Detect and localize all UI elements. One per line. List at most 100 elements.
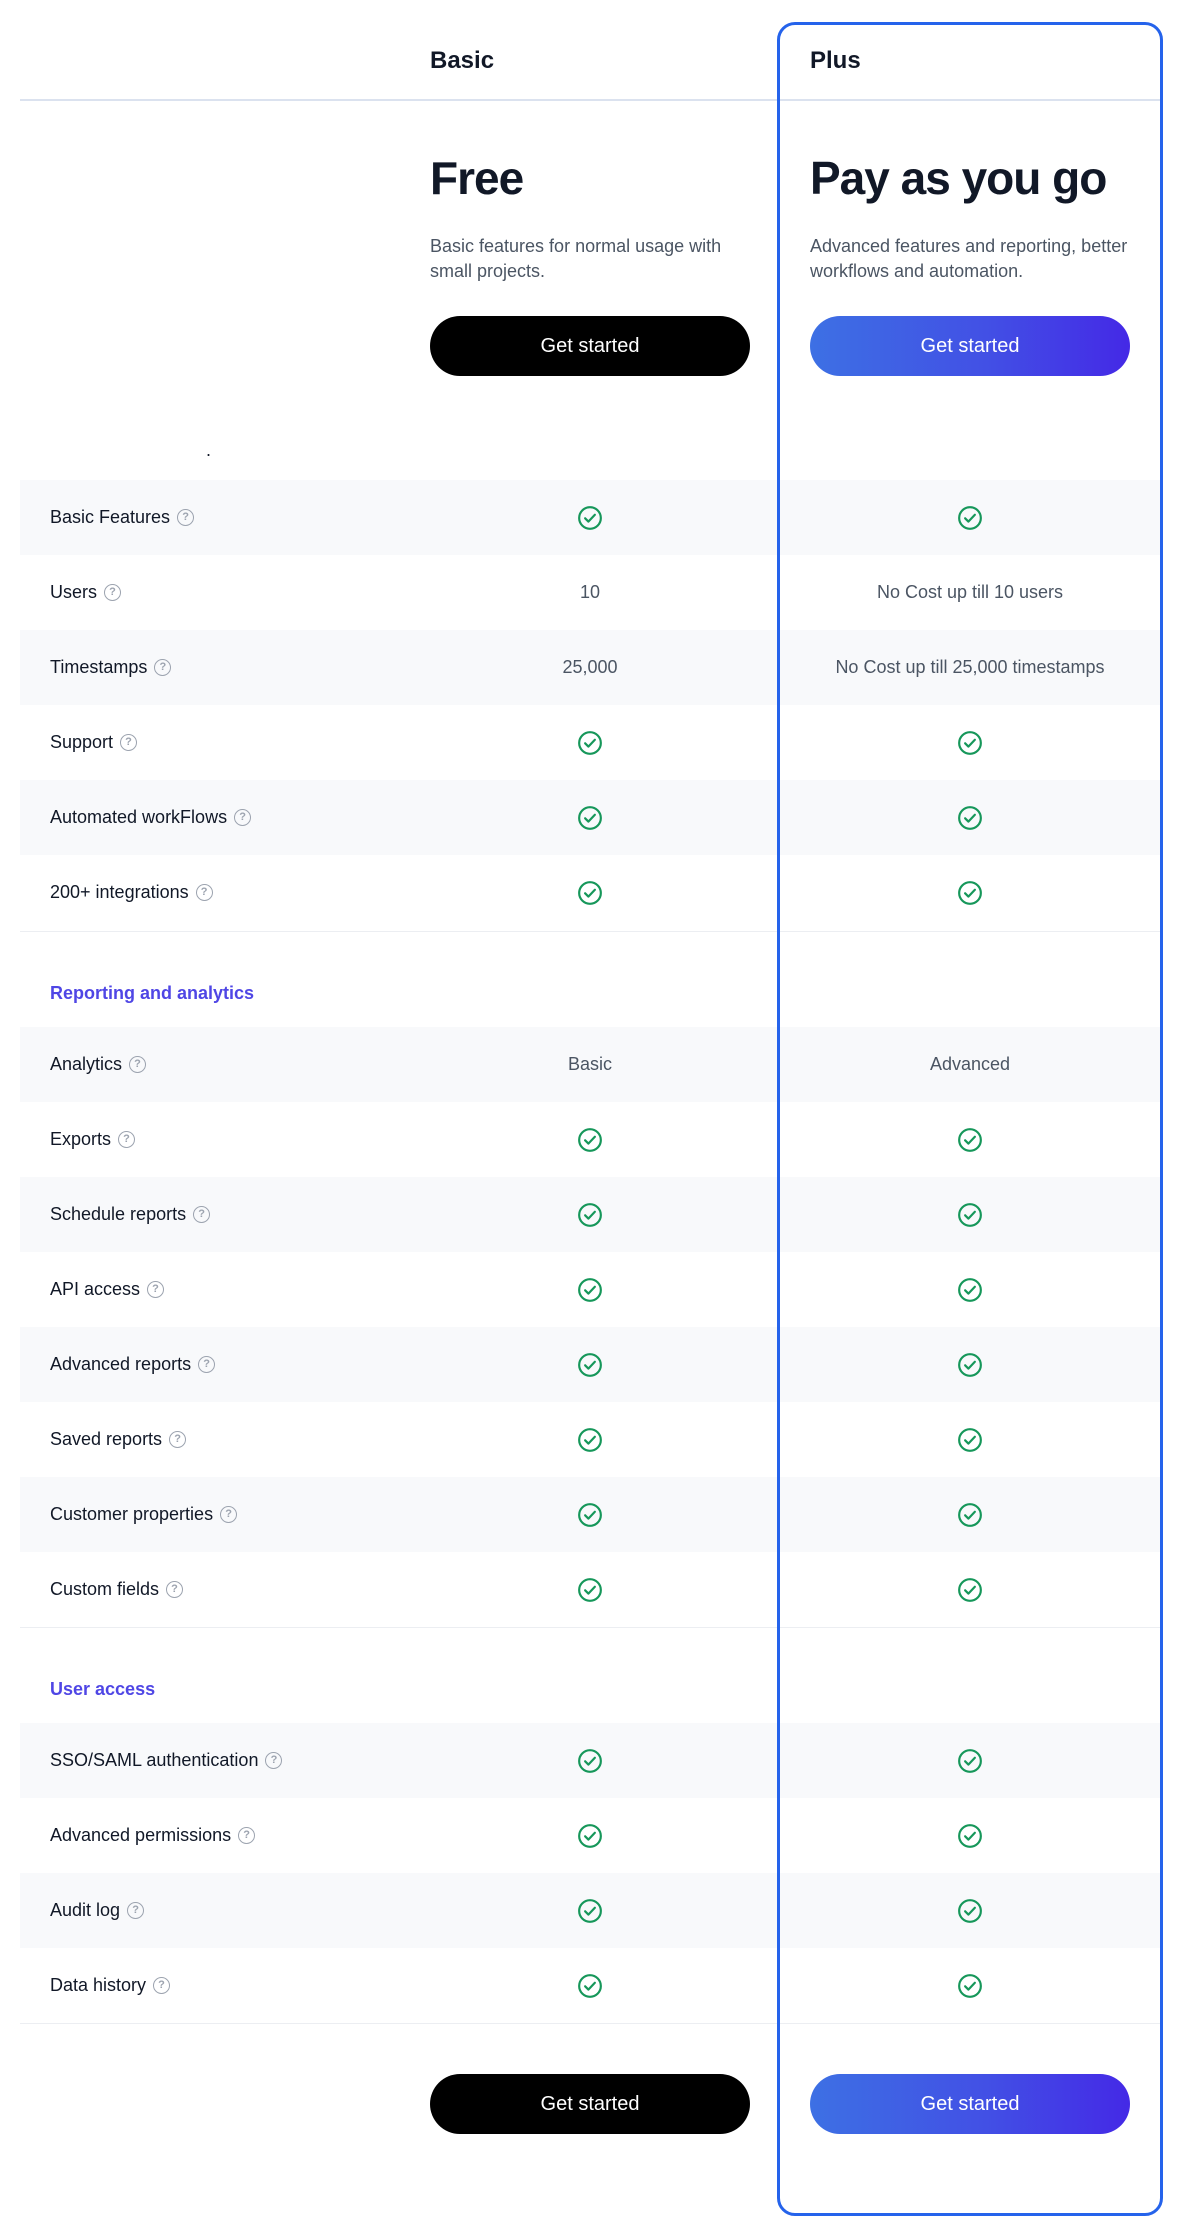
feature-row: Basic Features? bbox=[20, 480, 1163, 555]
feature-label-text: Advanced permissions bbox=[50, 1825, 232, 1845]
help-icon[interactable]: ? bbox=[120, 734, 138, 751]
section-divider bbox=[20, 931, 1163, 932]
check-circle-icon bbox=[957, 1202, 983, 1228]
feature-row: Data history? bbox=[20, 1948, 1163, 2023]
plus-included-cell bbox=[800, 855, 1140, 930]
feature-row: Timestamps? 25,000 No Cost up till 25,000 … bbox=[20, 630, 1163, 705]
plus-included-cell bbox=[800, 480, 1140, 555]
plan-price-basic: Free bbox=[430, 152, 524, 204]
feature-label-text: Basic Features bbox=[50, 507, 171, 527]
help-icon[interactable]: ? bbox=[129, 1056, 147, 1073]
get-started-button-plus-bottom[interactable]: Get started bbox=[810, 2074, 1130, 2134]
check-circle-icon bbox=[577, 1823, 603, 1849]
feature-row: Schedule reports? bbox=[20, 1177, 1163, 1252]
plus-included-cell bbox=[800, 1723, 1140, 1798]
basic-value-cell: 10 bbox=[420, 555, 760, 630]
plus-value-cell: Advanced bbox=[800, 1027, 1140, 1102]
plus-included-cell bbox=[800, 1102, 1140, 1177]
plan-description-basic: Basic features for normal usage with sma… bbox=[430, 236, 722, 281]
check-circle-icon bbox=[957, 1277, 983, 1303]
feature-row: Custom fields? bbox=[20, 1552, 1163, 1627]
plus-included-cell bbox=[800, 1252, 1140, 1327]
feature-label: Basic Features? bbox=[50, 480, 195, 555]
feature-label-text: Saved reports bbox=[50, 1429, 163, 1449]
feature-label: Advanced permissions? bbox=[50, 1798, 256, 1873]
plus-included-cell bbox=[800, 1873, 1140, 1948]
feature-row: Users? 10 No Cost up till 10 users bbox=[20, 555, 1163, 630]
check-circle-icon bbox=[957, 1823, 983, 1849]
feature-value: No Cost up till 25,000 timestamps bbox=[835, 657, 1105, 677]
basic-included-cell bbox=[420, 705, 760, 780]
feature-label-text: Customer properties bbox=[50, 1504, 214, 1524]
check-circle-icon bbox=[957, 805, 983, 831]
check-circle-icon bbox=[577, 1973, 603, 1999]
check-circle-icon bbox=[957, 505, 983, 531]
help-icon[interactable]: ? bbox=[265, 1752, 283, 1769]
help-icon[interactable]: ? bbox=[153, 1977, 171, 1994]
plus-included-cell bbox=[800, 1402, 1140, 1477]
check-circle-icon bbox=[957, 880, 983, 906]
plan-price-plus: Pay as you go bbox=[810, 152, 1107, 204]
feature-label: API access? bbox=[50, 1252, 165, 1327]
feature-value: Advanced bbox=[929, 1054, 1011, 1074]
help-icon[interactable]: ? bbox=[198, 1356, 216, 1373]
check-circle-icon bbox=[577, 1502, 603, 1528]
feature-row: API access? bbox=[20, 1252, 1163, 1327]
help-icon[interactable]: ? bbox=[238, 1827, 256, 1844]
plus-included-cell bbox=[800, 1477, 1140, 1552]
feature-label-text: Timestamps bbox=[50, 657, 148, 677]
check-circle-icon bbox=[577, 1202, 603, 1228]
get-started-button-basic-bottom[interactable]: Get started bbox=[430, 2074, 750, 2134]
feature-label-text: Support bbox=[50, 732, 114, 752]
help-icon[interactable]: ? bbox=[195, 884, 213, 901]
plan-name-basic: Basic bbox=[430, 47, 495, 74]
help-icon[interactable]: ? bbox=[118, 1131, 136, 1148]
help-icon[interactable]: ? bbox=[234, 809, 252, 826]
help-icon[interactable]: ? bbox=[220, 1506, 238, 1523]
plus-included-cell bbox=[800, 705, 1140, 780]
feature-row: Advanced permissions? bbox=[20, 1798, 1163, 1873]
basic-included-cell bbox=[420, 1798, 760, 1873]
check-circle-icon bbox=[957, 1898, 983, 1924]
check-circle-icon bbox=[577, 1898, 603, 1924]
feature-label-text: Analytics bbox=[50, 1054, 123, 1074]
feature-row: Audit log? bbox=[20, 1873, 1163, 1948]
feature-row: 200+ integrations? bbox=[20, 855, 1163, 930]
help-icon[interactable]: ? bbox=[177, 509, 195, 526]
get-started-button-basic[interactable]: Get started bbox=[430, 316, 750, 376]
feature-label: SSO/SAML authentication? bbox=[50, 1723, 283, 1798]
help-icon[interactable]: ? bbox=[169, 1431, 187, 1448]
check-circle-icon bbox=[577, 1127, 603, 1153]
help-icon[interactable]: ? bbox=[104, 584, 122, 601]
feature-label-text: Advanced reports bbox=[50, 1354, 192, 1374]
feature-value: 10 bbox=[579, 582, 601, 602]
feature-label-text: 200+ integrations bbox=[50, 882, 189, 902]
basic-included-cell bbox=[420, 1102, 760, 1177]
feature-row: Support? bbox=[20, 705, 1163, 780]
basic-included-cell bbox=[420, 1948, 760, 2023]
help-icon[interactable]: ? bbox=[166, 1581, 184, 1598]
help-icon[interactable]: ? bbox=[154, 659, 172, 676]
feature-row: Analytics? Basic Advanced bbox=[20, 1027, 1163, 1102]
feature-label-text: API access bbox=[50, 1279, 141, 1299]
feature-label: Timestamps? bbox=[50, 630, 172, 705]
check-circle-icon bbox=[577, 1748, 603, 1774]
check-circle-icon bbox=[577, 1352, 603, 1378]
feature-label: Audit log? bbox=[50, 1873, 145, 1948]
feature-label-text: Users bbox=[50, 582, 98, 602]
feature-label: Saved reports? bbox=[50, 1402, 187, 1477]
feature-row: Advanced reports? bbox=[20, 1327, 1163, 1402]
plan-name-plus: Plus bbox=[810, 47, 861, 74]
feature-row: Exports? bbox=[20, 1102, 1163, 1177]
check-circle-icon bbox=[957, 1748, 983, 1774]
check-circle-icon bbox=[577, 505, 603, 531]
basic-value-cell: 25,000 bbox=[420, 630, 760, 705]
feature-label: Support? bbox=[50, 705, 138, 780]
check-circle-icon bbox=[577, 1577, 603, 1603]
help-icon[interactable]: ? bbox=[147, 1281, 165, 1298]
get-started-button-plus[interactable]: Get started bbox=[810, 316, 1130, 376]
help-icon[interactable]: ? bbox=[193, 1206, 211, 1223]
help-icon[interactable]: ? bbox=[127, 1902, 145, 1919]
header-divider bbox=[20, 99, 1163, 101]
plus-value-cell: No Cost up till 25,000 timestamps bbox=[800, 630, 1140, 705]
